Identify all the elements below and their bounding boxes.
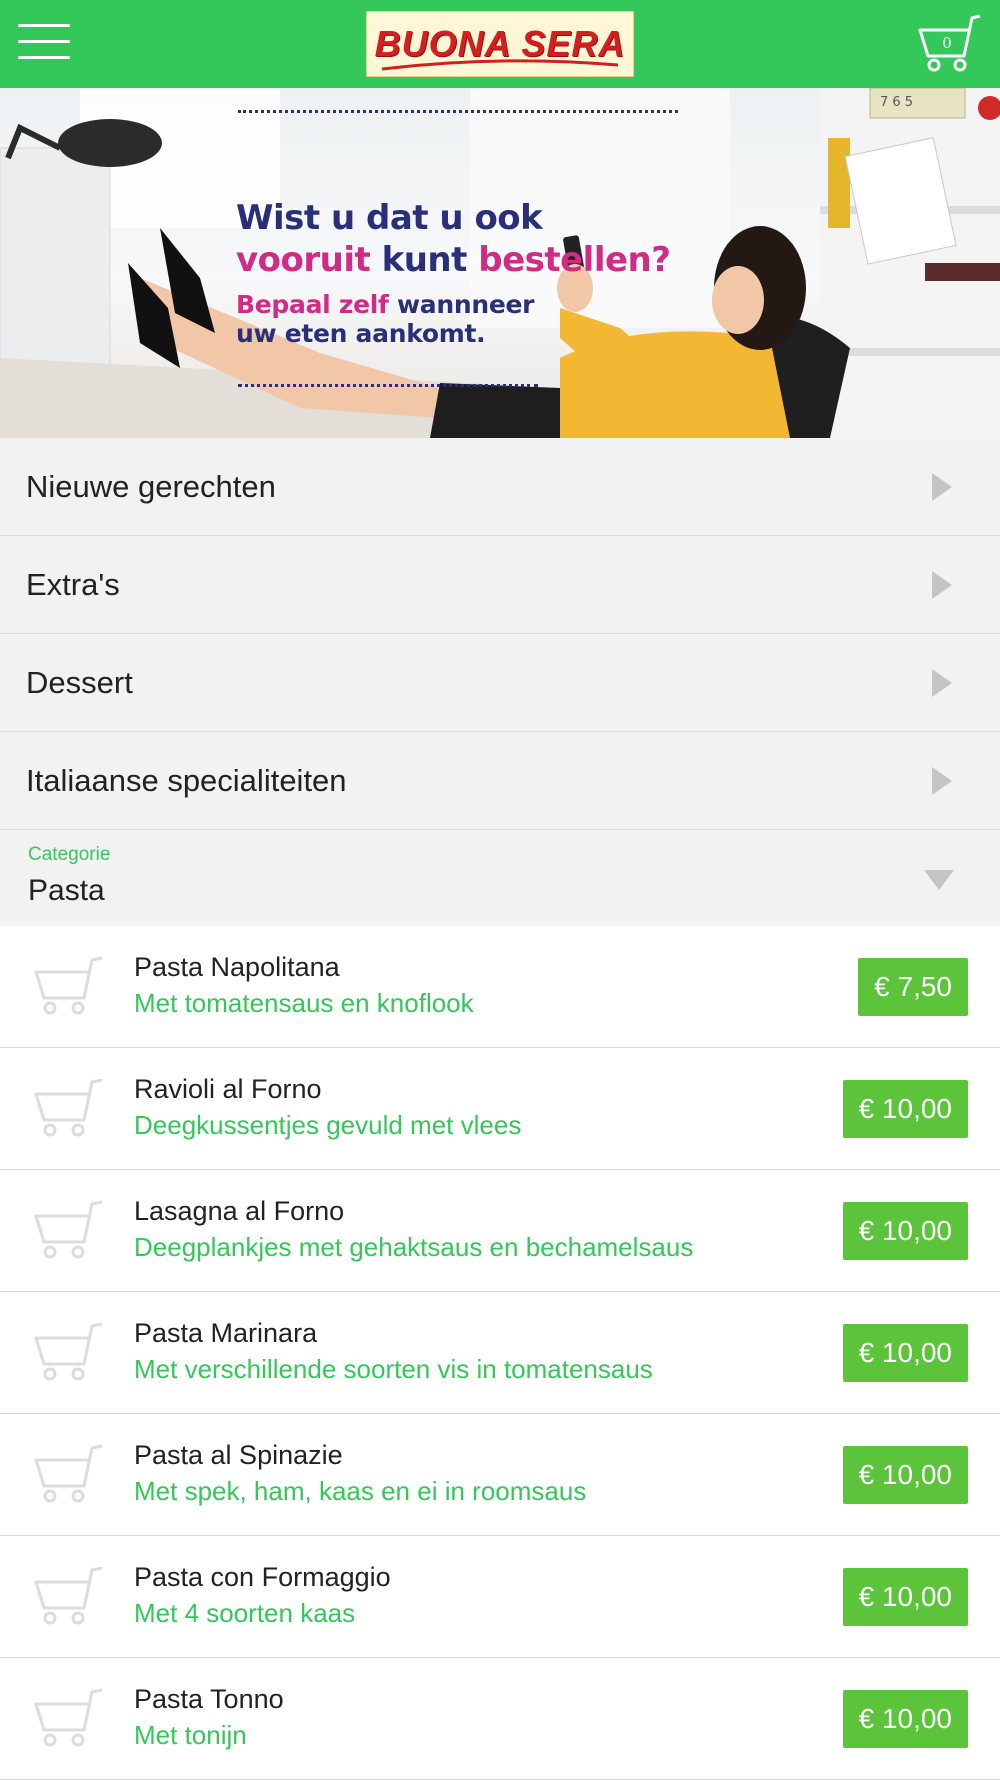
product-name: Lasagna al Forno <box>134 1196 345 1226</box>
product-row-pasta-tonno[interactable]: Pasta Tonno Met tonijn € 10,00 <box>0 1658 1000 1780</box>
hamburger-line <box>18 56 70 59</box>
category-select[interactable]: Categorie Pasta <box>0 830 1000 926</box>
category-select-caption: Categorie <box>28 844 111 865</box>
product-list: Pasta Napolitana Met tomatensaus en knof… <box>0 926 1000 1780</box>
banner-line3-b: wannneer <box>396 290 535 319</box>
clock-digits: 7 6 5 <box>880 95 913 110</box>
hamburger-line <box>18 40 70 43</box>
product-cart-icon[interactable] <box>32 954 104 1016</box>
chevron-right-icon <box>932 472 952 501</box>
price-button[interactable]: € 10,00 <box>842 1202 968 1260</box>
product-description: Met spek, ham, kaas en ei in roomsaus <box>134 1476 587 1506</box>
category-row-extras[interactable]: Extra's <box>0 536 1000 634</box>
hamburger-menu-icon[interactable] <box>18 24 70 64</box>
banner-line3: Bepaal zelf wannneer <box>236 290 670 319</box>
price-button[interactable]: € 7,50 <box>858 958 968 1016</box>
product-name: Pasta Tonno <box>134 1684 284 1714</box>
top-bar: BUONA SERA 0 <box>0 0 1000 88</box>
product-description: Met tomatensaus en knoflook <box>134 988 474 1018</box>
category-label: Extra's <box>26 566 120 602</box>
product-cart-icon[interactable] <box>32 1198 104 1260</box>
restaurant-logo[interactable]: BUONA SERA <box>366 11 634 77</box>
banner-line3-a: Bepaal zelf <box>236 290 389 319</box>
chevron-down-icon <box>924 870 954 890</box>
product-description: Met tonijn <box>134 1720 247 1750</box>
logo-swoosh-icon <box>381 59 619 71</box>
product-row-pasta-marinara[interactable]: Pasta Marinara Met verschillende soorten… <box>0 1292 1000 1414</box>
banner-line1: Wist u dat u ook <box>236 198 543 238</box>
product-cart-icon[interactable] <box>32 1564 104 1626</box>
category-row-nieuwe-gerechten[interactable]: Nieuwe gerechten <box>0 438 1000 536</box>
product-name: Ravioli al Forno <box>134 1074 322 1104</box>
chevron-right-icon <box>932 570 952 599</box>
price-button[interactable]: € 10,00 <box>842 1324 968 1382</box>
product-row-ravioli-al-forno[interactable]: Ravioli al Forno Deegkussentjes gevuld m… <box>0 1048 1000 1170</box>
price-button[interactable]: € 10,00 <box>842 1568 968 1626</box>
banner-line2-b: kunt <box>381 240 468 280</box>
cart-count-badge: 0 <box>942 34 952 52</box>
promo-banner[interactable]: 7 6 5 Wist u dat u ook vooruit kunt best… <box>0 88 1000 438</box>
category-label: Italiaanse specialiteiten <box>26 762 347 798</box>
product-row-pasta-al-spinazie[interactable]: Pasta al Spinazie Met spek, ham, kaas en… <box>0 1414 1000 1536</box>
category-label: Nieuwe gerechten <box>26 468 276 504</box>
product-description: Deegkussentjes gevuld met vlees <box>134 1110 522 1140</box>
banner-line2: vooruit kunt bestellen? <box>236 240 671 280</box>
product-name: Pasta Napolitana <box>134 952 340 982</box>
banner-text: Wist u dat u ook vooruit kunt bestellen?… <box>236 198 671 348</box>
product-description: Deegplankjes met gehaktsaus en bechamels… <box>134 1232 694 1262</box>
chevron-right-icon <box>932 766 952 795</box>
product-name: Pasta Marinara <box>134 1318 318 1348</box>
product-cart-icon[interactable] <box>32 1320 104 1382</box>
banner-line2-c: bestellen? <box>478 240 671 280</box>
chevron-right-icon <box>932 668 952 697</box>
product-name: Pasta al Spinazie <box>134 1440 343 1470</box>
product-name: Pasta con Formaggio <box>134 1562 391 1592</box>
banner-divider-bottom <box>238 384 538 387</box>
product-description: Met 4 soorten kaas <box>134 1598 356 1628</box>
category-row-dessert[interactable]: Dessert <box>0 634 1000 732</box>
product-row-pasta-con-formaggio[interactable]: Pasta con Formaggio Met 4 soorten kaas €… <box>0 1536 1000 1658</box>
cart-button[interactable]: 0 <box>914 12 986 74</box>
product-description: Met verschillende soorten vis in tomaten… <box>134 1354 653 1384</box>
product-cart-icon[interactable] <box>32 1076 104 1138</box>
banner-divider-top <box>238 110 678 113</box>
product-cart-icon[interactable] <box>32 1686 104 1748</box>
product-row-lasagna-al-forno[interactable]: Lasagna al Forno Deegplankjes met gehakt… <box>0 1170 1000 1292</box>
category-select-value: Pasta <box>28 874 105 907</box>
product-cart-icon[interactable] <box>32 1442 104 1504</box>
price-button[interactable]: € 10,00 <box>842 1690 968 1748</box>
banner-line4: uw eten aankomt. <box>236 319 486 348</box>
product-row-pasta-napolitana[interactable]: Pasta Napolitana Met tomatensaus en knof… <box>0 926 1000 1048</box>
hamburger-line <box>18 24 70 27</box>
category-row-italiaanse-specialiteiten[interactable]: Italiaanse specialiteiten <box>0 732 1000 830</box>
price-button[interactable]: € 10,00 <box>842 1446 968 1504</box>
price-button[interactable]: € 10,00 <box>842 1080 968 1138</box>
banner-line2-a: vooruit <box>236 240 371 280</box>
category-label: Dessert <box>26 664 133 700</box>
